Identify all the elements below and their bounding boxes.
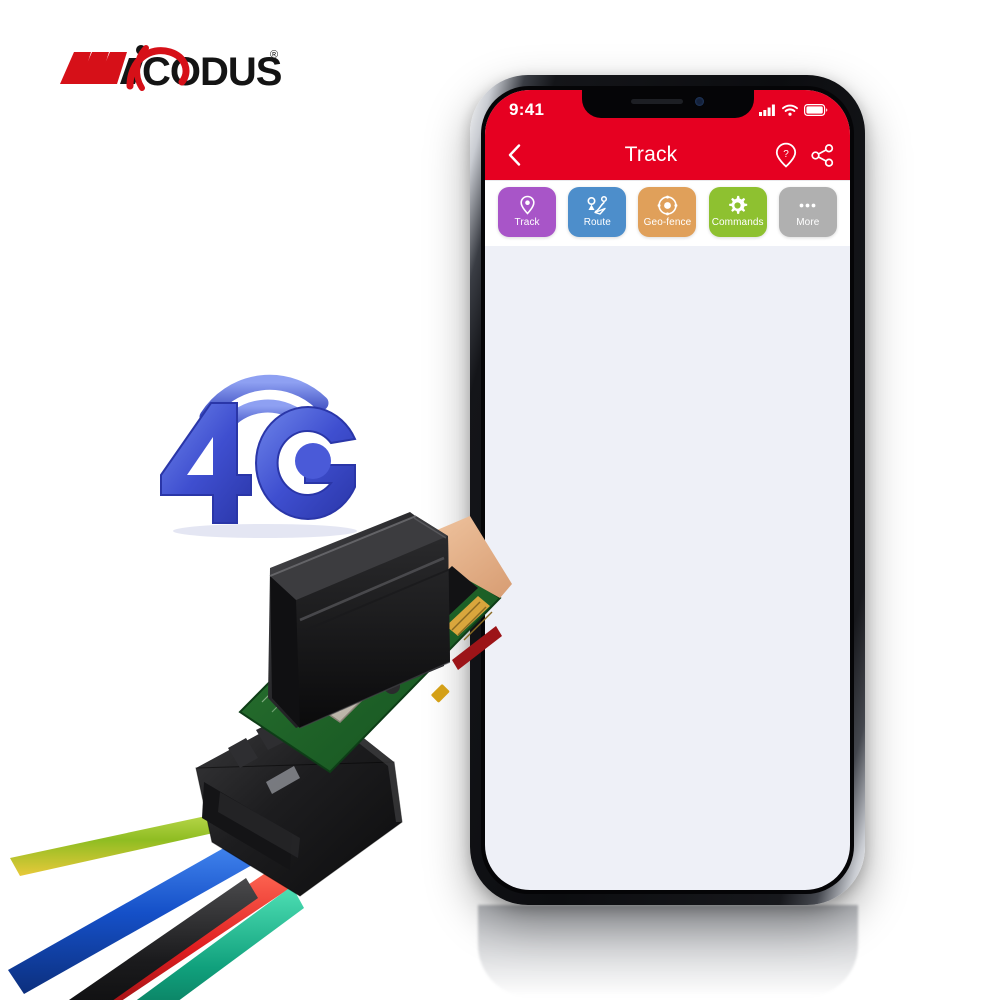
geofence-circle-icon: [657, 195, 678, 216]
logo-wordmark: CODUS: [126, 45, 283, 94]
front-camera: [695, 96, 704, 106]
ellipsis-icon: [799, 203, 816, 208]
tab-label: More: [796, 217, 820, 228]
tab-route[interactable]: Route: [568, 186, 627, 237]
tab-commands[interactable]: Commands: [708, 186, 767, 237]
status-time: 9:41: [509, 100, 545, 119]
registered-mark: ®: [270, 49, 278, 61]
bottom-tabbar: Track Route Geo-fence Commands More: [485, 180, 850, 246]
relay-tracker-device: [268, 512, 451, 729]
battery-full-icon: [804, 104, 828, 116]
brand-logo: CODUS ®: [58, 38, 288, 100]
chevron-left-icon: [508, 144, 520, 166]
notch: [581, 90, 754, 118]
back-button[interactable]: [501, 144, 527, 166]
page-title: Track: [624, 143, 678, 166]
earpiece-speaker: [631, 98, 683, 104]
svg-text:?: ?: [783, 149, 789, 160]
tab-label: Geo-fence: [643, 217, 692, 228]
tab-label: Route: [583, 217, 611, 228]
share-icon[interactable]: [811, 143, 834, 167]
status-bar: 9:41: [485, 90, 850, 130]
route-path-icon: [587, 195, 607, 215]
wifi-icon: [782, 104, 798, 116]
location-help-pin-icon[interactable]: ?: [775, 142, 797, 168]
tab-label: Commands: [711, 217, 764, 228]
cellular-bars-icon: [759, 104, 775, 116]
tab-label: Track: [514, 217, 540, 228]
tab-track[interactable]: Track: [498, 186, 557, 237]
tab-geofence[interactable]: Geo-fence: [638, 186, 697, 237]
gear-icon: [729, 195, 748, 214]
svg-text:CODUS: CODUS: [142, 50, 282, 94]
tab-more[interactable]: More: [778, 186, 837, 237]
app-navbar: Track ?: [485, 130, 850, 180]
hardware-product-photo: [0, 330, 740, 1000]
location-pin-icon: [519, 195, 535, 215]
